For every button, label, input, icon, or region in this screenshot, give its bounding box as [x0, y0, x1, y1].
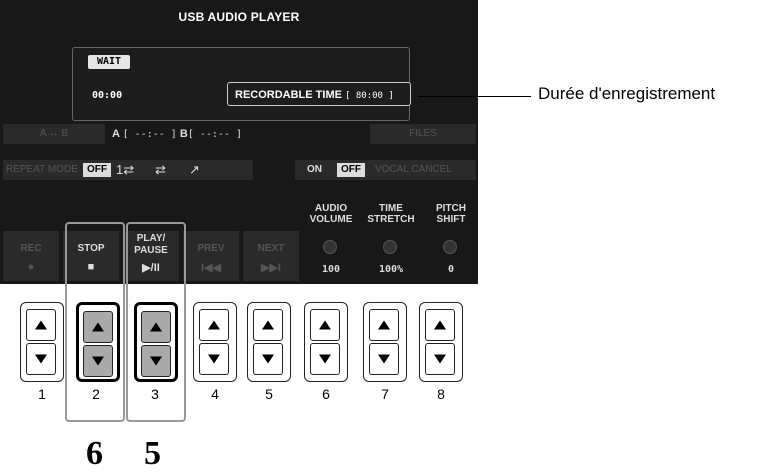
button-number-6: 6 — [322, 386, 330, 402]
repeat-mode-row: REPEAT MODE OFF 1⇄ ⇄ ↗ — [3, 160, 253, 180]
up-button-6[interactable] — [310, 309, 340, 341]
recordable-time-box: RECORDABLE TIME [ 80:00 ] — [227, 82, 411, 106]
button-pair-1 — [20, 302, 64, 382]
down-arrow-icon — [378, 354, 390, 364]
recordable-time-label: RECORDABLE TIME — [235, 89, 342, 101]
down-arrow-icon — [150, 356, 162, 366]
b-point-value: [ --:-- ] — [187, 129, 242, 140]
vocal-off-button[interactable]: OFF — [337, 163, 365, 177]
up-button-7[interactable] — [369, 309, 399, 341]
down-button-1[interactable] — [26, 343, 56, 375]
down-arrow-icon — [434, 354, 446, 364]
button-number-2: 2 — [92, 386, 100, 402]
screen-title: USB AUDIO PLAYER — [178, 10, 300, 24]
repeat-single-icon[interactable]: 1⇄ — [116, 160, 134, 180]
audio-volume-knob-icon[interactable] — [323, 240, 337, 254]
audio-volume-value: 100 — [321, 264, 341, 275]
pitch-shift-label: PITCH SHIFT — [436, 203, 466, 225]
audio-volume-label: AUDIO VOLUME — [309, 203, 353, 225]
up-arrow-icon — [319, 320, 331, 330]
rec-icon: ● — [27, 261, 35, 273]
down-arrow-icon — [319, 354, 331, 364]
rec-control[interactable]: REC ● — [3, 231, 59, 281]
button-number-3: 3 — [151, 386, 159, 402]
callout-text: Durée d'enregistrement — [538, 84, 716, 103]
down-button-8[interactable] — [425, 343, 455, 375]
vocal-cancel-label: VOCAL CANCEL — [375, 164, 452, 175]
pitch-shift-value: 0 — [447, 264, 455, 275]
up-arrow-icon — [208, 320, 220, 330]
button-number-5: 5 — [265, 386, 273, 402]
repeat-off-button[interactable]: OFF — [83, 163, 111, 177]
callout-line — [418, 96, 531, 97]
up-button-1[interactable] — [26, 309, 56, 341]
button-pair-4 — [193, 302, 237, 382]
button-pair-3 — [134, 302, 178, 382]
button-pair-2 — [76, 302, 120, 382]
a-point-value: [ --:-- ] — [122, 129, 177, 140]
down-button-2[interactable] — [83, 345, 113, 377]
up-arrow-icon — [378, 320, 390, 330]
vocal-cancel-row: ON OFF VOCAL CANCEL — [295, 160, 476, 180]
down-button-5[interactable] — [253, 343, 283, 375]
wait-badge: WAIT — [88, 55, 130, 69]
next-control[interactable]: NEXT ▶▶I — [243, 231, 299, 281]
rec-label: REC — [20, 243, 42, 254]
repeat-mode-label: REPEAT MODE — [6, 164, 78, 175]
up-arrow-icon — [35, 320, 47, 330]
down-arrow-icon — [208, 354, 220, 364]
button-pair-7 — [363, 302, 407, 382]
button-number-1: 1 — [38, 386, 46, 402]
files-button[interactable]: FILES — [370, 124, 476, 144]
a-point-label: A — [112, 128, 120, 140]
up-button-5[interactable] — [253, 309, 283, 341]
down-arrow-icon — [262, 354, 274, 364]
playback-time: 00:00 — [92, 90, 123, 101]
down-button-7[interactable] — [369, 343, 399, 375]
pitch-shift-knob-icon[interactable] — [443, 240, 457, 254]
button-pair-8 — [419, 302, 463, 382]
up-arrow-icon — [262, 320, 274, 330]
prev-icon: I◀◀ — [201, 262, 221, 274]
recordable-time-value: [ 80:00 ] — [345, 91, 394, 101]
time-stretch-label: TIME STRETCH — [367, 203, 415, 225]
button-pair-5 — [247, 302, 291, 382]
repeat-all-icon[interactable]: ⇄ — [155, 160, 166, 180]
down-button-3[interactable] — [141, 345, 171, 377]
b-point-label: B — [179, 128, 188, 140]
next-icon: ▶▶I — [261, 262, 281, 274]
step-number-stop: 6 — [86, 435, 103, 472]
time-stretch-knob-icon[interactable] — [383, 240, 397, 254]
up-arrow-icon — [92, 322, 104, 332]
next-label: NEXT — [257, 243, 285, 254]
down-button-4[interactable] — [199, 343, 229, 375]
up-arrow-icon — [434, 320, 446, 330]
prev-label: PREV — [197, 243, 225, 254]
up-button-2[interactable] — [83, 311, 113, 343]
up-button-3[interactable] — [141, 311, 171, 343]
up-button-8[interactable] — [425, 309, 455, 341]
step-number-play: 5 — [144, 435, 161, 472]
vocal-on-button[interactable]: ON — [307, 160, 322, 180]
random-icon[interactable]: ↗ — [189, 160, 200, 180]
prev-control[interactable]: PREV I◀◀ — [183, 231, 239, 281]
button-number-8: 8 — [437, 386, 445, 402]
ab-points: A [ --:-- ] B[ --:-- ] — [112, 124, 242, 144]
button-pair-6 — [304, 302, 348, 382]
time-stretch-value: 100% — [378, 264, 404, 275]
up-button-4[interactable] — [199, 309, 229, 341]
down-arrow-icon — [35, 354, 47, 364]
down-arrow-icon — [92, 356, 104, 366]
down-button-6[interactable] — [310, 343, 340, 375]
ab-repeat-button[interactable]: A ↔ B — [3, 124, 105, 144]
up-arrow-icon — [150, 322, 162, 332]
button-number-7: 7 — [381, 386, 389, 402]
button-number-4: 4 — [211, 386, 219, 402]
